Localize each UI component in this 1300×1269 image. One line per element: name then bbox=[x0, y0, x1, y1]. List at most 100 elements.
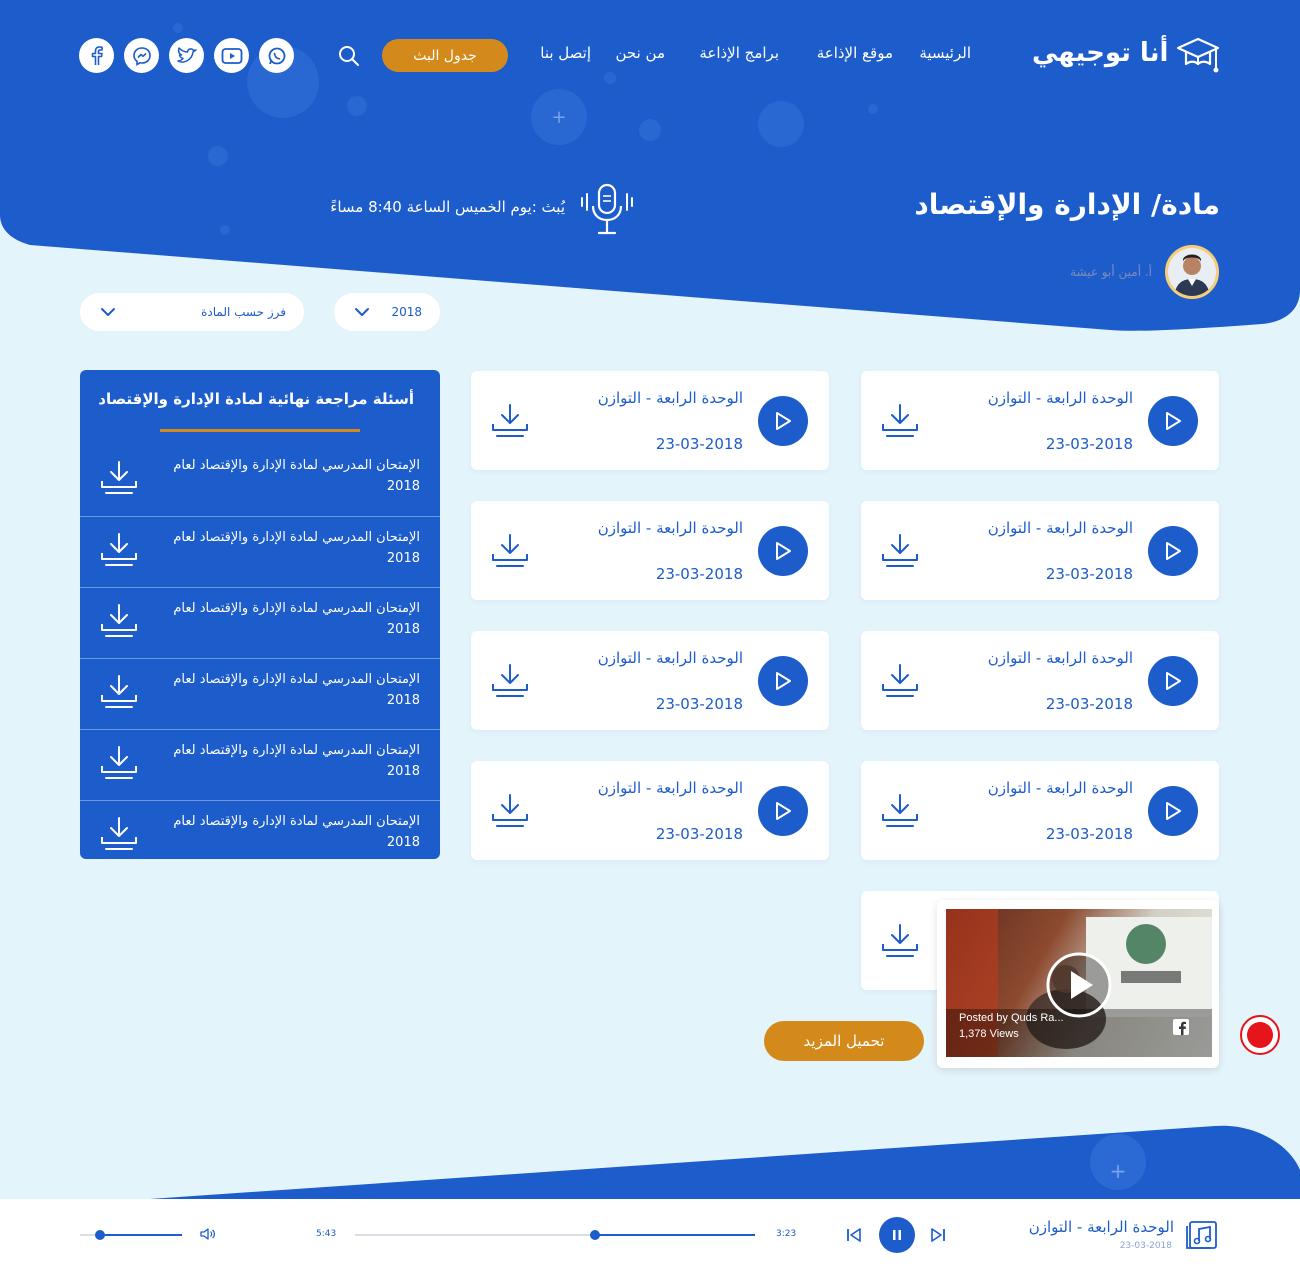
whatsapp-icon[interactable] bbox=[259, 38, 294, 73]
download-icon[interactable] bbox=[100, 460, 138, 496]
youtube-icon[interactable] bbox=[214, 38, 249, 73]
music-library-icon[interactable] bbox=[1184, 1219, 1220, 1251]
svg-text:+: + bbox=[1110, 1159, 1127, 1183]
chevron-down-icon bbox=[355, 308, 369, 316]
download-icon[interactable] bbox=[881, 533, 919, 569]
download-icon[interactable] bbox=[881, 923, 919, 959]
panel-item-label: الإمتحان المدرسي لمادة الإدارة والإقتصاد… bbox=[173, 530, 420, 566]
year-select-value: 2018 bbox=[391, 305, 422, 319]
nav-home[interactable]: الرئيسية bbox=[919, 44, 971, 62]
panel-item[interactable]: الإمتحان المدرسي لمادة الإدارة والإقتصاد… bbox=[80, 587, 440, 658]
search-icon[interactable] bbox=[337, 44, 361, 68]
panel-item[interactable]: الإمتحان المدرسي لمادة الإدارة والإقتصاد… bbox=[80, 658, 440, 729]
year-select[interactable]: 2018 bbox=[334, 293, 440, 331]
download-icon[interactable] bbox=[100, 532, 138, 568]
download-icon[interactable] bbox=[881, 403, 919, 439]
episode-title: الوحدة الرابعة - التوازن bbox=[987, 779, 1133, 797]
play-button[interactable] bbox=[1148, 656, 1198, 706]
volume-icon[interactable] bbox=[199, 1227, 217, 1241]
messenger-icon[interactable] bbox=[124, 38, 159, 73]
load-more-button[interactable]: تحميل المزيد bbox=[764, 1021, 924, 1061]
player-track-date: 23-03-2018 bbox=[1119, 1241, 1172, 1251]
download-icon[interactable] bbox=[881, 663, 919, 699]
episode-date: 23-03-2018 bbox=[1045, 435, 1133, 453]
subject-select-value: فرز حسب المادة bbox=[201, 305, 286, 319]
panel-item[interactable]: الإمتحان المدرسي لمادة الإدارة والإقتصاد… bbox=[80, 729, 440, 800]
episode-date: 23-03-2018 bbox=[655, 565, 743, 583]
volume-handle[interactable] bbox=[95, 1230, 106, 1240]
review-questions-panel: أسئلة مراجعة نهائية لمادة الإدارة والإقت… bbox=[80, 370, 440, 859]
teacher-name: أ. أمين أبو عيشة bbox=[1070, 265, 1152, 279]
episode-card[interactable]: الوحدة الرابعة - التوازن 23-03-2018 bbox=[861, 501, 1219, 600]
live-record-button[interactable] bbox=[1240, 1015, 1280, 1055]
episode-card[interactable]: الوحدة الرابعة - التوازن 23-03-2018 bbox=[471, 371, 829, 470]
download-icon[interactable] bbox=[100, 745, 138, 781]
facebook-video-popup[interactable]: Posted by Quds Ra... 1,378 Views bbox=[937, 900, 1219, 1068]
episode-card[interactable]: الوحدة الرابعة - التوازن 23-03-2018 bbox=[861, 761, 1219, 860]
play-button[interactable] bbox=[758, 786, 808, 836]
play-button[interactable] bbox=[1148, 786, 1198, 836]
play-icon bbox=[1164, 541, 1182, 561]
episode-title: الوحدة الرابعة - التوازن bbox=[597, 389, 743, 407]
video-posted-by: Posted by Quds Ra... bbox=[959, 1012, 1064, 1024]
facebook-icon bbox=[1173, 1019, 1189, 1035]
twitter-icon[interactable] bbox=[169, 38, 204, 73]
video-thumbnail[interactable]: Posted by Quds Ra... 1,378 Views bbox=[946, 909, 1212, 1057]
logo[interactable]: أنا توجيهي bbox=[1032, 30, 1222, 80]
subject-select[interactable]: فرز حسب المادة bbox=[80, 293, 304, 331]
previous-icon[interactable] bbox=[845, 1226, 863, 1244]
panel-divider bbox=[160, 429, 360, 432]
seek-handle[interactable] bbox=[590, 1230, 600, 1240]
svg-text:+: + bbox=[551, 107, 566, 128]
episode-title: الوحدة الرابعة - التوازن bbox=[597, 779, 743, 797]
pause-button[interactable] bbox=[879, 1217, 915, 1253]
download-icon[interactable] bbox=[100, 674, 138, 710]
episode-title: الوحدة الرابعة - التوازن bbox=[987, 389, 1133, 407]
elapsed-time: 3:23 bbox=[776, 1229, 797, 1239]
download-icon[interactable] bbox=[491, 533, 529, 569]
play-button[interactable] bbox=[758, 396, 808, 446]
play-button[interactable] bbox=[1148, 396, 1198, 446]
download-icon[interactable] bbox=[100, 603, 138, 639]
volume-slider[interactable] bbox=[80, 1225, 182, 1245]
episode-title: الوحدة الرابعة - التوازن bbox=[597, 519, 743, 537]
next-icon[interactable] bbox=[929, 1226, 947, 1244]
episode-card[interactable]: الوحدة الرابعة - التوازن 23-03-2018 bbox=[861, 371, 1219, 470]
panel-item[interactable]: الإمتحان المدرسي لمادة الإدارة والإقتصاد… bbox=[80, 445, 440, 516]
episode-date: 23-03-2018 bbox=[1045, 825, 1133, 843]
episode-title: الوحدة الرابعة - التوازن bbox=[987, 519, 1133, 537]
download-icon[interactable] bbox=[100, 816, 138, 852]
nav-contact[interactable]: إتصل بنا bbox=[540, 44, 591, 62]
panel-item[interactable]: الإمتحان المدرسي لمادة الإدارة والإقتصاد… bbox=[80, 516, 440, 587]
episode-card[interactable]: الوحدة الرابعة - التوازن 23-03-2018 bbox=[471, 761, 829, 860]
schedule-button[interactable]: جدول البث bbox=[382, 39, 508, 72]
episode-date: 23-03-2018 bbox=[655, 435, 743, 453]
panel-item[interactable]: الإمتحان المدرسي لمادة الإدارة والإقتصاد… bbox=[80, 800, 440, 859]
play-icon bbox=[774, 411, 792, 431]
nav-about[interactable]: من نحن bbox=[616, 44, 666, 62]
download-icon[interactable] bbox=[491, 403, 529, 439]
play-icon bbox=[1164, 411, 1182, 431]
broadcast-time: يُبث :يوم الخميس الساعة 8:40 مساءً bbox=[330, 198, 565, 216]
episode-date: 23-03-2018 bbox=[655, 695, 743, 713]
audio-player: الوحدة الرابعة - التوازن 23-03-2018 3:23… bbox=[0, 1199, 1300, 1269]
episode-card[interactable]: الوحدة الرابعة - التوازن 23-03-2018 bbox=[471, 631, 829, 730]
seek-progress bbox=[595, 1234, 755, 1236]
nav-programs[interactable]: برامج الإذاعة bbox=[699, 44, 779, 62]
facebook-icon[interactable] bbox=[79, 38, 114, 73]
play-icon bbox=[774, 541, 792, 561]
download-icon[interactable] bbox=[491, 663, 529, 699]
download-icon[interactable] bbox=[491, 793, 529, 829]
play-icon[interactable] bbox=[1045, 951, 1113, 1019]
episode-card[interactable]: الوحدة الرابعة - التوازن 23-03-2018 bbox=[471, 501, 829, 600]
panel-item-label: الإمتحان المدرسي لمادة الإدارة والإقتصاد… bbox=[173, 458, 420, 494]
episode-card[interactable]: الوحدة الرابعة - التوازن 23-03-2018 bbox=[861, 631, 1219, 730]
play-button[interactable] bbox=[1148, 526, 1198, 576]
nav-station-site[interactable]: موقع الإذاعة bbox=[817, 44, 893, 62]
play-button[interactable] bbox=[758, 656, 808, 706]
player-track-title: الوحدة الرابعة - التوازن bbox=[1028, 1218, 1174, 1236]
play-button[interactable] bbox=[758, 526, 808, 576]
seek-bar[interactable] bbox=[355, 1225, 755, 1245]
download-icon[interactable] bbox=[881, 793, 919, 829]
play-icon bbox=[1164, 801, 1182, 821]
